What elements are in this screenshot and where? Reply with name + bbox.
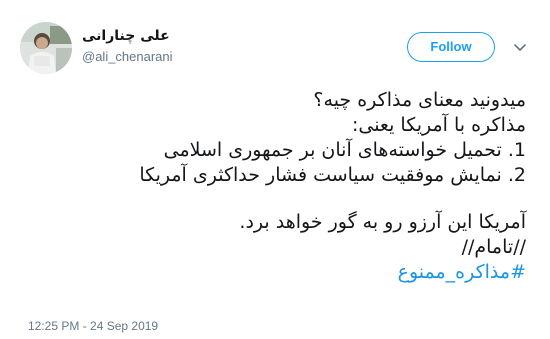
tweet-line: 1. تحمیل خواسته‌های آنان بر جمهوری اسلام… [163, 139, 526, 161]
tweet-line: 2. نمایش موفقیت سیاست فشار حداکثری آمریک… [139, 164, 526, 186]
tweet-text: میدونید معنای مذاکره چیه؟ مذاکره با آمری… [20, 88, 526, 285]
tweet-line: آمریکا این آرزو رو به گور خواهد برد. [239, 211, 526, 233]
tweet-line: مذاکره با آمریکا یعنی: [351, 114, 526, 136]
avatar[interactable] [20, 22, 72, 74]
user-info: علی چنارانی @ali_chenarani [82, 26, 282, 66]
tweet-header: علی چنارانی @ali_chenarani Follow [20, 22, 532, 76]
tweet-line: میدونید معنای مذاکره چیه؟ [313, 89, 526, 111]
follow-button[interactable]: Follow [407, 32, 495, 62]
tweet-timestamp[interactable]: 12:25 PM - 24 Sep 2019 [28, 319, 158, 333]
chevron-down-icon[interactable] [513, 40, 527, 54]
avatar-photo-icon [20, 22, 72, 74]
tweet-line: //تامام// [461, 236, 526, 258]
display-name[interactable]: علی چنارانی [82, 26, 282, 46]
user-handle[interactable]: @ali_chenarani [82, 48, 282, 66]
hashtag-link[interactable]: #مذاکره_ممنوع [398, 261, 526, 283]
tweet-hashtag-line: #مذاکره_ممنوع [20, 260, 526, 285]
tweet-card: علی چنارانی @ali_chenarani Follow میدونی… [0, 0, 550, 339]
